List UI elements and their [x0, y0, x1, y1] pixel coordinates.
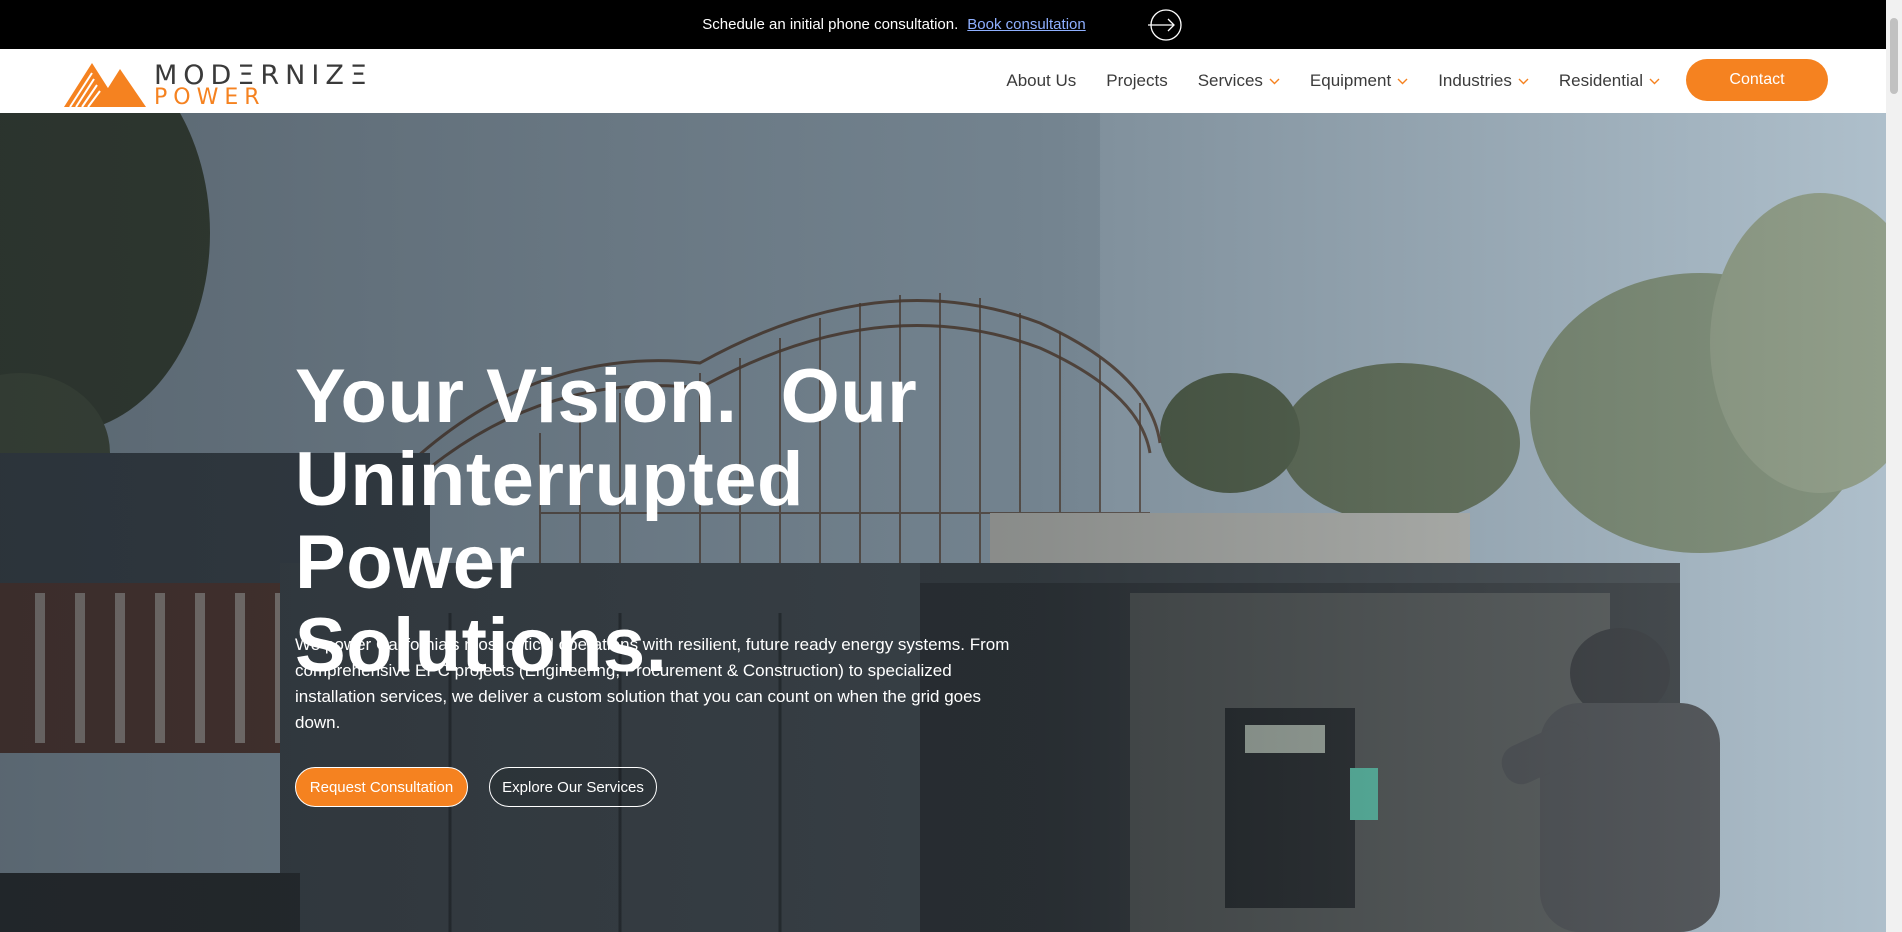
arrow-right-circle-icon[interactable] [1146, 8, 1184, 41]
logo-mark-icon [64, 63, 146, 108]
announcement-message: Schedule an initial phone consultation. [702, 16, 959, 33]
nav-industries[interactable]: Industries [1438, 71, 1529, 91]
nav-services-label: Services [1197, 71, 1263, 90]
announcement-bar: Schedule an initial phone consultation. … [0, 0, 1886, 49]
hero-headline-line1: Your Vision. Our [295, 354, 918, 439]
book-consultation-link[interactable]: Book consultation [967, 16, 1085, 33]
nav-about-us-label: About Us [1006, 71, 1077, 90]
scrollbar-thumb[interactable] [1890, 18, 1898, 94]
nav-projects[interactable]: Projects [1106, 71, 1167, 91]
nav-services[interactable]: Services [1198, 71, 1280, 91]
chevron-down-icon [1397, 78, 1408, 84]
main-nav: About Us Projects Services Equipment Ind… [976, 49, 1660, 113]
site-header: MODΞRNIZΞ POWER About Us Projects Servic… [0, 49, 1886, 113]
chevron-down-icon [1518, 78, 1529, 84]
nav-residential[interactable]: Residential [1559, 71, 1660, 91]
hero-headline-line2: Uninterrupted Power [295, 437, 804, 605]
chevron-down-icon [1649, 78, 1660, 84]
nav-equipment[interactable]: Equipment [1310, 71, 1408, 91]
nav-equipment-label: Equipment [1309, 71, 1392, 90]
nav-projects-label: Projects [1106, 71, 1168, 90]
nav-about-us[interactable]: About Us [1006, 71, 1076, 91]
page-scrollbar[interactable] [1886, 0, 1902, 932]
contact-button[interactable]: Contact [1686, 59, 1828, 101]
chevron-down-icon [1269, 78, 1280, 84]
brand-logo[interactable]: MODΞRNIZΞ POWER [62, 55, 367, 110]
nav-residential-label: Residential [1558, 71, 1643, 90]
request-consultation-button[interactable]: Request Consultation [295, 767, 468, 807]
brand-name-line2: POWER [154, 85, 266, 110]
nav-industries-label: Industries [1438, 71, 1512, 90]
explore-services-button[interactable]: Explore Our Services [489, 767, 657, 807]
hero-description: We power California's most critical oper… [295, 635, 1010, 732]
hero-section: Your Vision. Our Uninterrupted Power Sol… [0, 113, 1886, 932]
